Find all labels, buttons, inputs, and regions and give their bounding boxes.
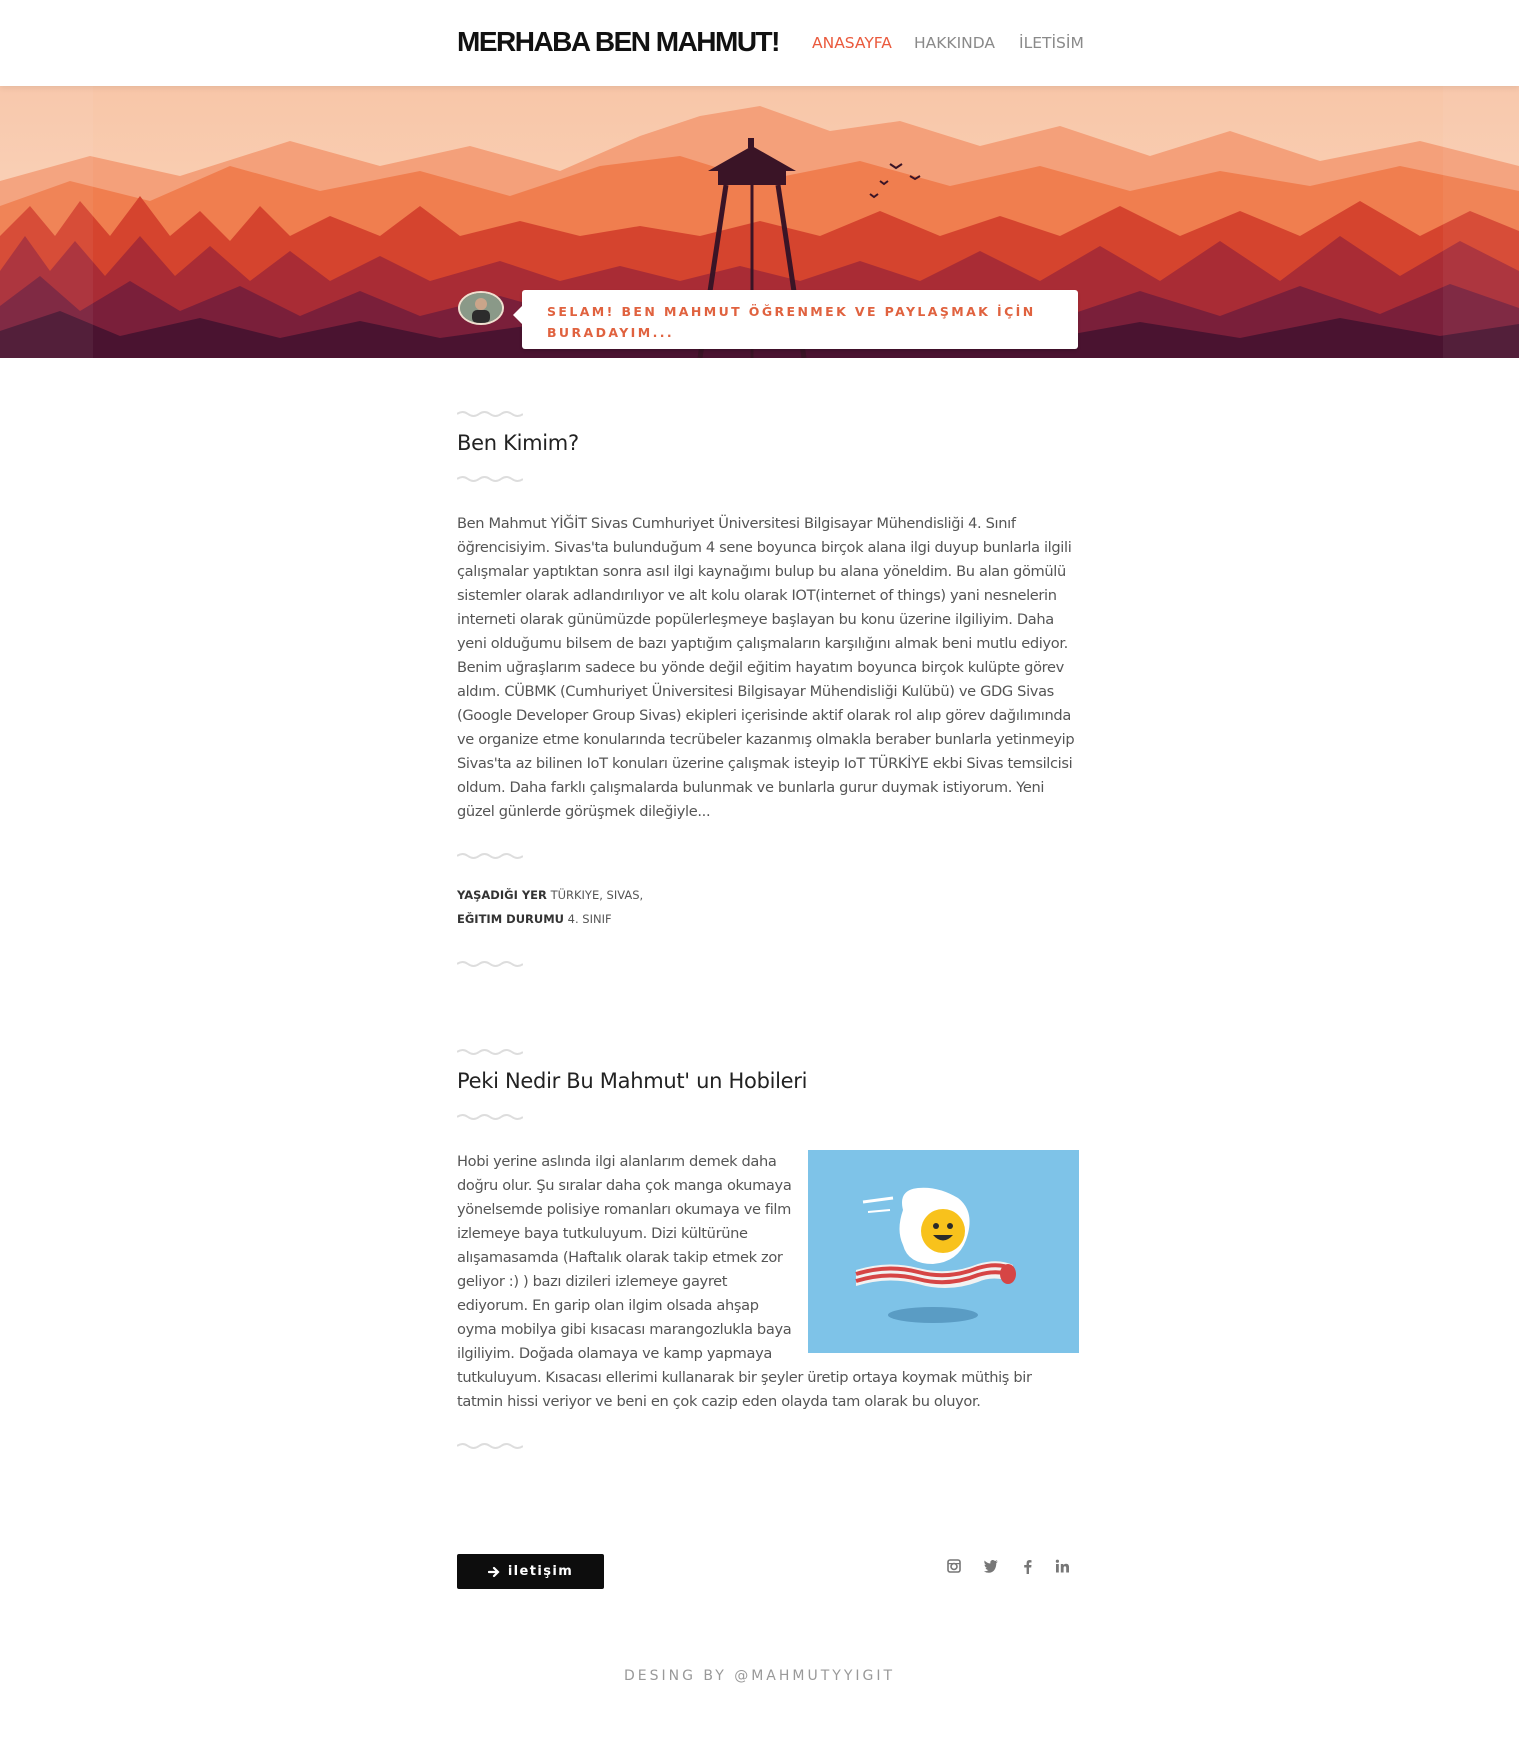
meta-location-value: TÜRKIYE, SIVAS, bbox=[550, 888, 644, 902]
nav-item-anasayfa[interactable]: ANASAYFA bbox=[812, 34, 892, 52]
nav-item-hakkinda[interactable]: HAKKINDA bbox=[914, 34, 995, 52]
arrow-right-icon bbox=[487, 1566, 500, 1577]
hero-banner: SELAM! BEN MAHMUT ÖĞRENMEK VE PAYLAŞMAK … bbox=[0, 86, 1519, 358]
hobby-image bbox=[808, 1150, 1079, 1353]
meta-location: YAŞADIĞI YER TÜRKIYE, SIVAS, bbox=[457, 888, 643, 902]
wave-divider bbox=[457, 853, 523, 859]
instagram-icon[interactable] bbox=[944, 1556, 964, 1576]
wave-divider bbox=[457, 1049, 523, 1055]
wave-divider bbox=[457, 961, 523, 967]
hobbies-title: Peki Nedir Bu Mahmut' un Hobileri bbox=[457, 1069, 808, 1093]
footer-credit: DESING BY @MAHMUTYYIGIT bbox=[623, 1668, 896, 1684]
wave-divider bbox=[457, 1443, 523, 1449]
about-title: Ben Kimim? bbox=[457, 431, 579, 455]
meta-location-label: YAŞADIĞI YER bbox=[457, 888, 547, 902]
nav-item-iletisim[interactable]: İLETİSİM bbox=[1019, 34, 1084, 52]
greeting-bubble: SELAM! BEN MAHMUT ÖĞRENMEK VE PAYLAŞMAK … bbox=[513, 290, 1078, 349]
meta-education-value: 4. SINIF bbox=[567, 912, 612, 926]
greeting-text: SELAM! BEN MAHMUT ÖĞRENMEK VE PAYLAŞMAK … bbox=[547, 304, 1036, 340]
meta-education: EĞITIM DURUMU 4. SINIF bbox=[457, 912, 612, 926]
facebook-icon[interactable] bbox=[1017, 1556, 1037, 1576]
avatar bbox=[458, 291, 504, 325]
about-paragraph: Ben Mahmut YİĞİT Sivas Cumhuriyet Üniver… bbox=[457, 515, 1075, 820]
contact-button-label: iletişim bbox=[507, 1564, 574, 1579]
wave-divider bbox=[457, 476, 523, 482]
meta-education-label: EĞITIM DURUMU bbox=[457, 912, 565, 926]
twitter-icon[interactable] bbox=[981, 1556, 1001, 1576]
profile-photo-icon bbox=[460, 293, 502, 323]
wave-divider bbox=[457, 1114, 523, 1120]
egg-on-bacon-icon bbox=[808, 1150, 1079, 1353]
contact-button[interactable]: iletişim bbox=[457, 1554, 604, 1589]
wave-divider bbox=[457, 411, 523, 417]
site-header: MERHABA BEN MAHMUT! ANASAYFA HAKKINDA İL… bbox=[0, 0, 1519, 86]
linkedin-icon[interactable] bbox=[1052, 1556, 1072, 1576]
site-logo[interactable]: MERHABA BEN MAHMUT! bbox=[457, 26, 780, 58]
